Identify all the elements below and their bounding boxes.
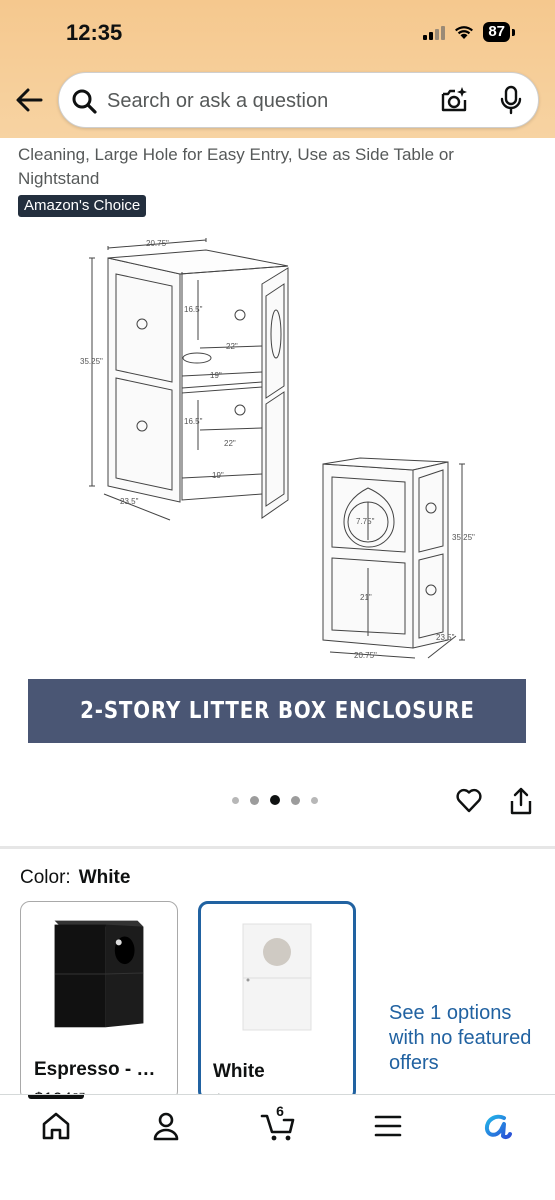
dim-hole: 7.75" — [356, 517, 375, 526]
color-selected-value: White — [78, 867, 131, 888]
dim-door-height: 21" — [360, 593, 372, 602]
color-row: Color: White — [20, 867, 130, 889]
back-arrow-icon[interactable] — [14, 86, 44, 114]
battery-level: 87 — [483, 22, 510, 42]
dim-shelf-bottom: 16.5" — [184, 417, 203, 426]
image-banner: 2-STORY LITTER BOX ENCLOSURE — [28, 679, 526, 743]
heart-icon[interactable] — [455, 786, 483, 814]
dim-width-inner-top: 19" — [210, 371, 222, 380]
dim-height-right: 35.25" — [452, 533, 475, 542]
dim-width-bottom: 20.75" — [354, 651, 377, 660]
dim-depth-top: 22" — [226, 342, 238, 351]
nav-menu[interactable] — [368, 1109, 408, 1143]
cart-count: 6 — [276, 1103, 284, 1119]
menu-icon — [374, 1115, 402, 1137]
carousel-dot[interactable] — [232, 796, 239, 804]
status-indicators: 87 — [423, 22, 515, 42]
product-title[interactable]: Cleaning, Large Hole for Easy Entry, Use… — [18, 143, 518, 191]
carousel-dot[interactable] — [291, 795, 300, 805]
nav-home[interactable] — [36, 1109, 76, 1143]
rufus-icon — [484, 1114, 512, 1140]
cellular-signal-icon — [423, 24, 446, 40]
see-options-link[interactable]: See 1 options with no featured offers — [389, 1001, 539, 1076]
banner-text: 2-STORY LITTER BOX ENCLOSURE — [79, 698, 475, 724]
white-product-thumbnail — [242, 923, 312, 1031]
color-swatch-white[interactable]: White $104⁹⁹ — [198, 901, 356, 1101]
carousel-dot[interactable] — [250, 795, 259, 805]
account-icon — [153, 1112, 179, 1141]
nav-rufus[interactable] — [478, 1109, 518, 1143]
wifi-icon — [455, 26, 474, 39]
battery-icon: 87 — [483, 22, 515, 42]
dim-depth-bottom: 22" — [224, 439, 236, 448]
swatch-name: White — [213, 1061, 265, 1082]
search-icon — [72, 89, 97, 114]
bottom-nav: 6 — [0, 1094, 555, 1200]
dim-depth-right: 23.5" — [436, 633, 455, 642]
search-input[interactable] — [107, 87, 427, 115]
carousel-dot-active[interactable] — [270, 795, 280, 805]
carousel-dot[interactable] — [311, 796, 318, 804]
status-time: 12:35 — [66, 20, 123, 45]
dim-width-inner-bottom: 19" — [212, 471, 224, 480]
share-icon[interactable] — [508, 786, 534, 816]
microphone-icon[interactable] — [499, 85, 523, 115]
search-bar[interactable] — [58, 72, 539, 128]
dim-width-top: 20.75" — [146, 239, 169, 248]
camera-search-icon[interactable] — [439, 85, 469, 115]
section-divider — [0, 846, 555, 849]
espresso-product-thumbnail — [54, 920, 144, 1028]
top-header: 12:35 87 — [0, 0, 555, 138]
nav-account[interactable] — [146, 1109, 186, 1143]
color-label: Color: — [20, 867, 71, 888]
dim-shelf-top: 16.5" — [184, 305, 203, 314]
amazons-choice-badge: Amazon's Choice — [18, 195, 147, 217]
swatch-name: Espresso - … — [34, 1059, 156, 1080]
dim-height-left: 35.25" — [80, 357, 103, 366]
carousel-dots[interactable] — [232, 795, 318, 805]
active-tab-indicator — [28, 1095, 84, 1099]
color-swatch-espresso[interactable]: Espresso - … $104⁸⁷ — [20, 901, 178, 1101]
dim-depth-left: 23.5" — [120, 497, 139, 506]
nav-cart[interactable]: 6 — [258, 1103, 298, 1143]
home-icon — [42, 1112, 70, 1140]
